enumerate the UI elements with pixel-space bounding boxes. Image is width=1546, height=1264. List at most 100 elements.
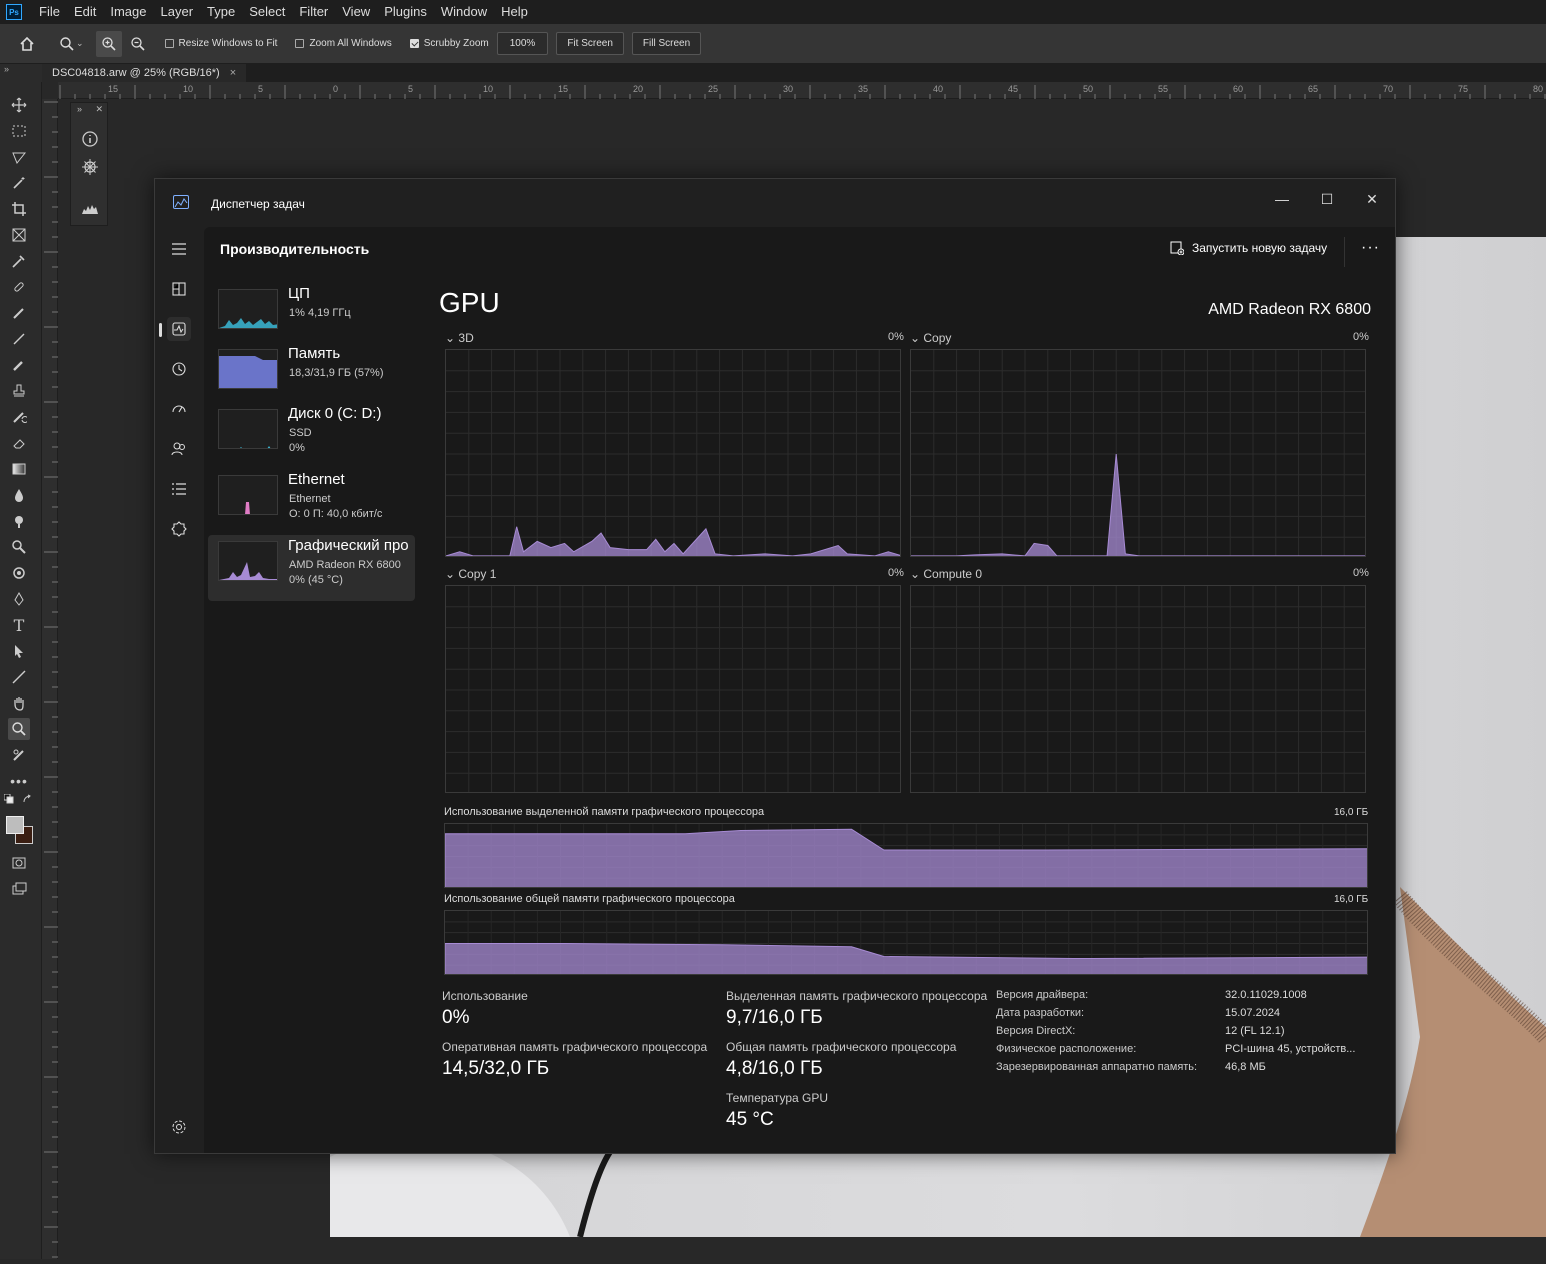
document-tab[interactable]: DSC04818.arw @ 25% (RGB/16*) × — [42, 64, 247, 82]
screen-mode-icon[interactable] — [8, 878, 30, 900]
nav-processes-icon[interactable] — [167, 277, 191, 301]
ruler-tick-label: 75 — [1458, 84, 1469, 94]
ruler-tick-label: 80 — [1533, 84, 1544, 94]
menu-filter[interactable]: Filter — [292, 0, 335, 24]
gpu-heading: GPU — [439, 287, 500, 318]
histogram-icon[interactable] — [79, 197, 101, 219]
usage-value: 0% — [442, 1007, 470, 1028]
fit-screen-button[interactable]: Fit Screen — [556, 32, 624, 55]
zoom-out-icon[interactable] — [125, 31, 151, 57]
resource-ethernet[interactable]: Ethernet Ethernet О: 0 П: 40,0 кбит/с — [208, 469, 415, 535]
engine-compute0-dropdown[interactable]: ⌄ Compute 0 — [910, 567, 982, 581]
brush-tool-icon[interactable] — [8, 302, 30, 324]
ruler-tick-label: 25 — [708, 84, 719, 94]
lasso-tool-icon[interactable] — [8, 146, 30, 168]
healing-brush-icon[interactable] — [8, 276, 30, 298]
blur-tool-icon[interactable] — [8, 484, 30, 506]
menu-edit[interactable]: Edit — [67, 0, 103, 24]
graph-copy-1 — [445, 585, 901, 793]
task-manager-titlebar[interactable]: Диспетчер задач — ☐ ✕ — [155, 179, 1395, 227]
default-colors-icon[interactable] — [4, 794, 14, 804]
resource-name: Диск 0 (C: D:) — [288, 405, 382, 422]
close-icon[interactable]: × — [230, 64, 236, 82]
performance-page: Производительность Запустить новую задач… — [204, 227, 1395, 1153]
ruler-vertical — [42, 99, 58, 1259]
close-button[interactable]: ✕ — [1349, 185, 1395, 213]
frame-tool-icon[interactable] — [8, 224, 30, 246]
dodge-tool-icon[interactable] — [8, 510, 30, 532]
swap-colors-icon[interactable] — [22, 794, 34, 806]
path-selection-icon[interactable] — [8, 640, 30, 662]
marquee-tool-icon[interactable] — [8, 120, 30, 142]
chevron-down-icon[interactable]: ⌄ — [76, 38, 84, 49]
more-tools-icon[interactable]: ••• — [8, 770, 30, 792]
menu-window[interactable]: Window — [434, 0, 494, 24]
pen-tool-icon[interactable] — [8, 588, 30, 610]
menu-view[interactable]: View — [335, 0, 377, 24]
menubar: Ps File Edit Image Layer Type Select Fil… — [0, 0, 1546, 24]
hamburger-menu-icon[interactable] — [167, 237, 191, 261]
ruler-tick-label: 15 — [558, 84, 569, 94]
quick-mask-icon[interactable] — [8, 852, 30, 874]
home-icon[interactable] — [14, 31, 40, 57]
zoom-all-checkbox[interactable]: Zoom All Windows — [295, 38, 392, 49]
line-tool-icon[interactable] — [8, 666, 30, 688]
ruler-tick-label: 30 — [783, 84, 794, 94]
menu-layer[interactable]: Layer — [154, 0, 201, 24]
toolbar-collapse[interactable]: » — [0, 64, 42, 82]
foreground-color-swatch[interactable] — [6, 816, 24, 834]
move-tool-icon[interactable] — [8, 94, 30, 116]
menu-image[interactable]: Image — [103, 0, 153, 24]
scrubby-zoom-checkbox[interactable]: Scrubby Zoom — [409, 38, 489, 49]
stamp-tool-icon[interactable] — [8, 380, 30, 402]
menu-plugins[interactable]: Plugins — [377, 0, 434, 24]
info-icon[interactable] — [79, 128, 101, 150]
engine-name: 3D — [458, 331, 474, 345]
eraser-icon[interactable] — [8, 432, 30, 454]
menu-file[interactable]: File — [32, 0, 67, 24]
zoom-tool-icon[interactable] — [8, 718, 30, 740]
nav-details-icon[interactable] — [167, 477, 191, 501]
pencil-icon[interactable] — [8, 328, 30, 350]
nav-startup-icon[interactable] — [167, 397, 191, 421]
type-tool-icon[interactable]: T — [8, 614, 30, 636]
engine-copy1-dropdown[interactable]: ⌄ Copy 1 — [445, 567, 496, 581]
hand-tool-icon[interactable] — [8, 692, 30, 714]
navigator-wheel-icon[interactable] — [79, 156, 101, 178]
resource-cpu[interactable]: ЦП 1% 4,19 ГГц — [208, 283, 415, 349]
fill-screen-button[interactable]: Fill Screen — [631, 32, 702, 55]
nav-services-icon[interactable] — [167, 517, 191, 541]
engine-copy-dropdown[interactable]: ⌄ Copy — [910, 331, 951, 345]
resource-gpu[interactable]: Графический про AMD Radeon RX 6800 0% (4… — [208, 535, 415, 601]
resource-sub: Ethernet — [289, 493, 331, 505]
eyedropper-icon[interactable] — [8, 250, 30, 272]
maximize-button[interactable]: ☐ — [1304, 185, 1350, 213]
panel-close-icon[interactable]: ✕ — [95, 104, 103, 115]
nav-performance-icon[interactable] — [167, 317, 191, 341]
crop-tool-icon[interactable] — [8, 198, 30, 220]
menu-type[interactable]: Type — [200, 0, 242, 24]
menu-help[interactable]: Help — [494, 0, 535, 24]
magic-wand-icon[interactable] — [8, 172, 30, 194]
mixer-brush-icon[interactable] — [8, 562, 30, 584]
brush-alt-icon[interactable] — [8, 354, 30, 376]
resource-disk[interactable]: Диск 0 (C: D:) SSD 0% — [208, 403, 415, 469]
resource-memory[interactable]: Память 18,3/31,9 ГБ (57%) — [208, 343, 415, 409]
gradient-icon[interactable] — [8, 458, 30, 480]
resize-windows-checkbox[interactable]: Resize Windows to Fit — [164, 38, 277, 49]
menu-select[interactable]: Select — [242, 0, 292, 24]
zoom-value-field[interactable]: 100% — [496, 32, 549, 55]
settings-gear-icon[interactable] — [167, 1115, 191, 1139]
more-options-button[interactable]: ··· — [1361, 239, 1380, 257]
engine-3d-dropdown[interactable]: ⌄ 3D — [445, 331, 474, 345]
page-title: Производительность — [220, 241, 370, 257]
nav-app-history-icon[interactable] — [167, 357, 191, 381]
zoom-in-icon[interactable] — [95, 30, 122, 57]
run-new-task-button[interactable]: Запустить новую задачу — [1170, 241, 1327, 255]
edit-toolbar-icon[interactable] — [8, 744, 30, 766]
minimize-button[interactable]: — — [1259, 185, 1305, 213]
nav-users-icon[interactable] — [167, 437, 191, 461]
history-brush-icon[interactable] — [8, 406, 30, 428]
panel-expand-icon[interactable]: » — [77, 104, 82, 114]
sponge-icon[interactable] — [8, 536, 30, 558]
